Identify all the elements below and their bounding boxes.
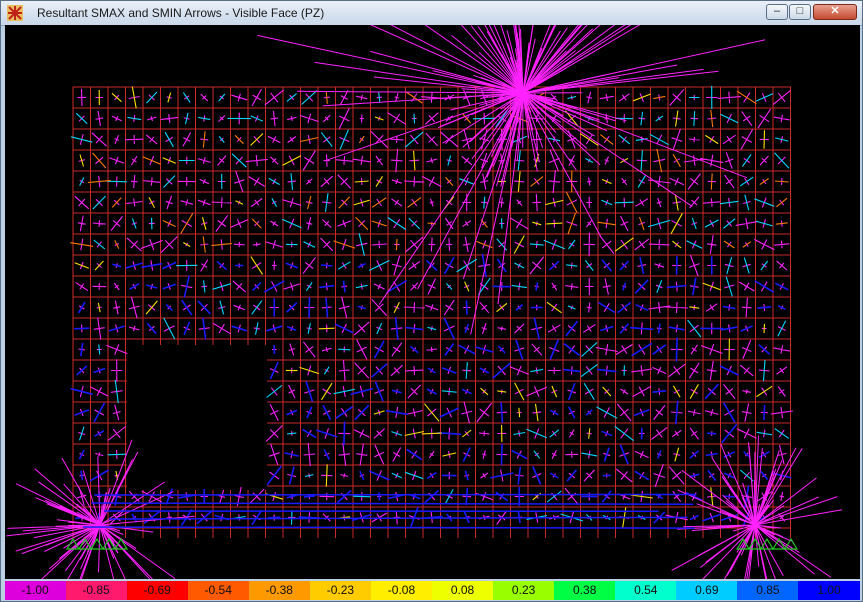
legend-label: -0.54 xyxy=(204,583,232,597)
maximize-button[interactable]: □ xyxy=(789,4,811,20)
stress-color-legend: -1.00 -0.85 -0.69 -0.54 -0.38 -0.23 -0.08 0.08 0… xyxy=(5,581,860,600)
finite-element-mesh xyxy=(72,86,791,538)
legend-label: 0.08 xyxy=(450,583,475,597)
legend-label: 0.38 xyxy=(573,583,597,597)
app-icon[interactable] xyxy=(7,5,23,21)
legend-label: 1.00 xyxy=(817,583,841,597)
minimize-button[interactable]: – xyxy=(766,4,788,20)
wall-opening xyxy=(127,345,267,490)
title-bar[interactable]: Resultant SMAX and SMIN Arrows - Visible… xyxy=(1,1,862,26)
legend-label: 0.85 xyxy=(756,583,780,597)
stress-plot-viewport[interactable] xyxy=(5,25,860,579)
load-stress-fan-long xyxy=(257,25,766,335)
stress-arrow-plot xyxy=(6,25,843,579)
window-title: Resultant SMAX and SMIN Arrows - Visible… xyxy=(37,6,325,20)
legend-label: -0.69 xyxy=(143,583,171,597)
legend-label: -0.08 xyxy=(387,583,416,597)
close-button[interactable]: ✕ xyxy=(813,4,857,20)
app-window: Resultant SMAX and SMIN Arrows - Visible… xyxy=(0,0,863,602)
legend-label: 0.69 xyxy=(695,583,719,597)
load-stress-fan xyxy=(432,25,619,183)
legend-label: -1.00 xyxy=(21,583,49,597)
legend-label: -0.38 xyxy=(265,583,293,597)
legend-label: 0.54 xyxy=(634,583,658,597)
legend-label: 0.23 xyxy=(511,583,536,597)
legend-label: -0.23 xyxy=(326,583,355,597)
legend-label: -0.85 xyxy=(82,583,110,597)
